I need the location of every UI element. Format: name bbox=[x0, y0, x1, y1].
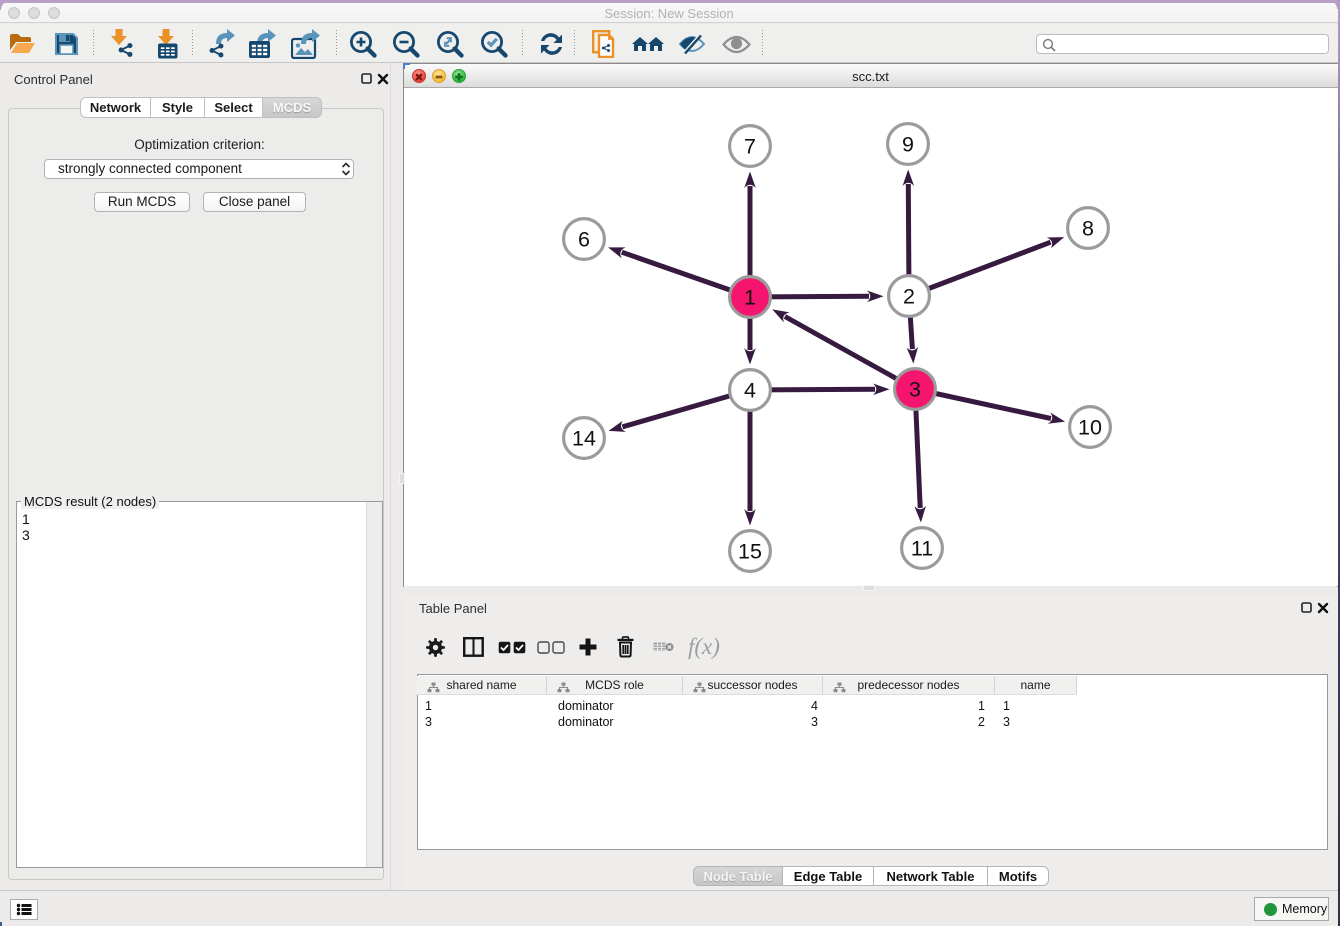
svg-text:3: 3 bbox=[909, 378, 921, 402]
svg-text:2: 2 bbox=[903, 285, 915, 309]
svg-text:10: 10 bbox=[1078, 416, 1102, 440]
svg-text:1: 1 bbox=[744, 286, 756, 310]
svg-text:15: 15 bbox=[738, 540, 762, 564]
svg-text:9: 9 bbox=[902, 133, 914, 157]
svg-text:6: 6 bbox=[578, 228, 590, 252]
svg-text:14: 14 bbox=[572, 427, 596, 451]
svg-text:4: 4 bbox=[744, 379, 756, 403]
svg-text:8: 8 bbox=[1082, 217, 1094, 241]
svg-text:7: 7 bbox=[744, 135, 756, 159]
svg-text:11: 11 bbox=[911, 537, 933, 561]
